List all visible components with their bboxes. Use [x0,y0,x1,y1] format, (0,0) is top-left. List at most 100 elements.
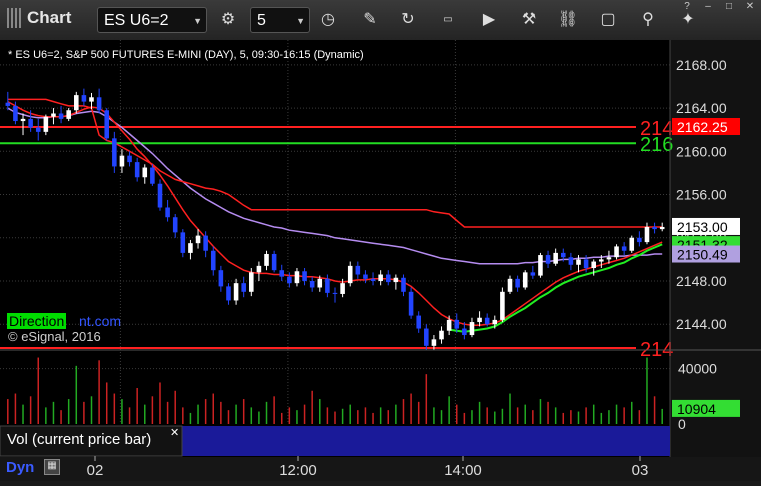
candle-body [51,113,56,117]
candle-body [89,97,94,102]
candle-body [606,257,612,260]
candle-body [180,232,186,253]
candle-body [439,330,444,340]
candle-body [157,183,163,208]
price-tag-label: 2153.00 [677,219,728,235]
candle-body [332,292,338,294]
candle-body [416,315,421,329]
candle-body [294,271,300,284]
candle-body [637,237,642,243]
candle-body [591,261,596,269]
candle-body [309,280,315,288]
price-tick-label: 2156.00 [676,187,727,203]
watermark: © eSignal, 2016 [8,329,101,344]
candle-body [583,259,589,269]
candle-body [347,265,353,284]
candle-body [302,271,307,281]
price-tick-label: 2144.00 [676,316,727,332]
candle-body [279,270,285,277]
candle-body [576,259,581,265]
window-title: Chart [7,8,71,28]
link-icon[interactable]: ⛓ [556,8,580,32]
refresh-icon[interactable]: ↻ [396,8,420,32]
price-tick-label: 2168.00 [676,57,727,73]
candle-body [340,283,345,294]
candle-body [507,278,513,292]
candle-body [287,276,292,284]
volume-panel-title: Vol (current price bar) [7,431,152,448]
candle-body [484,317,490,325]
title-bar: Chart ES U6=2 ▼ ⚙ 5 ▼ ◷ ✎ ↻ ▭ ▶ ⚒ ⛓ ▢ ⚲ … [0,0,761,41]
candle-body [28,118,33,128]
interval-input[interactable]: 5 ▼ [250,7,310,33]
candle-body [530,272,536,276]
pin-icon[interactable]: ⚲ [636,8,660,32]
candle-body [538,255,543,276]
candle-body [370,278,376,281]
symbol-input[interactable]: ES U6=2 ▼ [97,7,207,33]
candle-body [568,257,574,265]
message-icon[interactable]: ▢ [596,8,620,32]
candle-body [599,259,604,262]
candle-body [469,322,475,336]
candle-body [500,291,505,320]
candle-body [104,110,110,139]
candle-body [614,246,619,258]
candle-body [644,226,650,243]
maximize-icon[interactable]: □ [718,0,740,14]
minimize-icon[interactable]: – [697,0,719,14]
candle-body [659,226,665,230]
candle-body [119,155,125,167]
candle-body [401,277,406,292]
price-tick-label: 2148.00 [676,273,727,289]
tools-icon[interactable]: ⚒ [517,8,541,32]
chevron-down-icon[interactable]: ▼ [296,8,305,34]
close-icon[interactable]: ✕ [739,0,761,14]
candle-body [127,155,132,163]
candle-body [256,265,262,273]
close-icon[interactable]: ✕ [170,426,179,439]
candle-body [112,138,117,167]
volume-panel-band [182,426,670,456]
help-icon[interactable]: ? [676,0,698,14]
volume-tick-label: 40000 [678,361,717,377]
volume-tag-label: 10904 [677,401,716,417]
candle-body [188,243,193,253]
grip-icon[interactable] [7,8,23,28]
candle-body [355,265,361,275]
chart-area[interactable]: 2168.002164.002160.002156.002152.002148.… [0,40,761,481]
candle-body [66,110,71,119]
candle-body [454,319,460,329]
gear-icon[interactable]: ⚙ [216,8,240,32]
calendar-icon[interactable]: ▦ [44,459,60,475]
candle-body [249,272,254,292]
level-label: 216 [640,134,673,156]
time-tick-label: 03 [632,462,649,479]
get-icon[interactable]: ▭ [436,8,460,32]
candle-body [74,95,79,111]
price-chart[interactable]: 2168.002164.002160.002156.002152.002148.… [0,40,761,481]
candle-body [96,97,102,111]
play-icon[interactable]: ▶ [477,8,501,32]
candle-body [515,278,520,288]
candle-body [621,246,627,251]
candle-body [378,274,383,281]
candle-body [58,113,64,119]
candle-body [226,286,231,301]
dynamic-label[interactable]: Dyn [6,459,34,476]
candle-body [446,319,452,331]
candle-body [385,274,391,283]
candle-body [210,250,216,271]
candle-body [271,253,277,271]
clock-icon[interactable]: ◷ [316,8,340,32]
price-tag-label: 2162.25 [677,119,728,135]
time-tick-label: 14:00 [444,462,482,479]
candle-body [165,207,170,218]
candle-body [363,274,368,279]
candle-body [5,102,11,106]
candle-body [20,118,26,122]
direction-label: Direction [7,313,67,329]
pencil-icon[interactable]: ✎ [358,8,382,32]
candle-body [462,328,467,336]
chevron-down-icon[interactable]: ▼ [193,8,202,34]
